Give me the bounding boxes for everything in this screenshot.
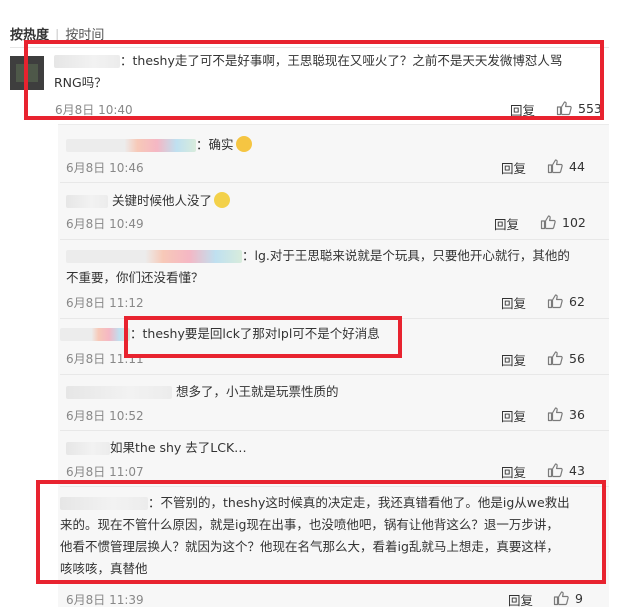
reply-button[interactable]: 回复 (501, 293, 526, 312)
like-button[interactable]: 44 (547, 158, 585, 174)
reply-time: 6月8日 10:46 (66, 161, 144, 175)
like-button[interactable]: 102 (540, 214, 586, 230)
reply-button[interactable]: 回复 (508, 590, 533, 609)
like-button[interactable]: 56 (547, 350, 585, 366)
thumbs-up-icon (553, 590, 569, 606)
blurred-username[interactable] (66, 250, 242, 263)
reply-time: 6月8日 10:49 (66, 217, 144, 231)
row-divider (60, 182, 609, 183)
highlight-box (124, 316, 402, 358)
cat-face-icon (235, 136, 252, 152)
reply-text: 如果the shy 去了LCK… (66, 437, 247, 459)
thumbs-up-icon (547, 158, 563, 174)
blurred-username[interactable] (66, 386, 172, 399)
row-divider (60, 239, 609, 240)
reply-text: 想多了，小王就是玩票性质的 (66, 381, 339, 403)
row-divider (60, 430, 609, 431)
thumbs-up-icon (547, 293, 563, 309)
reply-time: 6月8日 11:39 (66, 593, 144, 607)
reply-text: ：lg.对于王思聪来说就是个玩具，只要他开心就行，其他的 不重要，你们还没看懂？ (66, 248, 570, 285)
row-divider (60, 374, 609, 375)
reply-button[interactable]: 回复 (501, 350, 526, 369)
thumbs-up-icon (547, 406, 563, 422)
reply-button[interactable]: 回复 (494, 214, 519, 233)
thumbs-up-icon (547, 350, 563, 366)
like-button[interactable]: 36 (547, 406, 585, 422)
reply-time: 6月8日 11:07 (66, 465, 144, 479)
like-button[interactable]: 62 (547, 293, 585, 309)
reply-time: 6月8日 11:12 (66, 296, 144, 310)
blurred-username[interactable] (66, 195, 108, 208)
thumbs-up-icon (547, 462, 563, 478)
reply-button[interactable]: 回复 (501, 406, 526, 425)
grin-face-icon (214, 192, 230, 208)
reply-text: 关键时候他人没了 (66, 190, 230, 212)
highlight-box (36, 480, 606, 584)
blurred-username[interactable] (66, 442, 110, 455)
highlight-box (24, 40, 604, 120)
reply-button[interactable]: 回复 (501, 462, 526, 481)
like-button[interactable]: 9 (553, 590, 583, 606)
blurred-username[interactable] (60, 328, 130, 341)
reply-time: 6月8日 10:52 (66, 409, 144, 423)
thumbs-up-icon (540, 214, 556, 230)
reply-button[interactable]: 回复 (501, 158, 526, 177)
like-button[interactable]: 43 (547, 462, 585, 478)
blurred-username[interactable] (66, 139, 196, 152)
reply-text: ：确实 (66, 134, 252, 156)
